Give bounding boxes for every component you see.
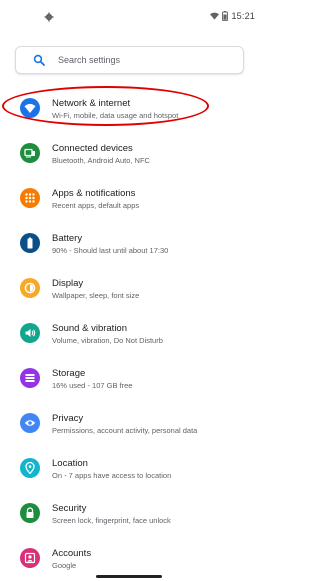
status-time: 15:21 [231,11,255,21]
display-icon [20,278,40,298]
settings-item-storage[interactable]: Storage 16% used - 107 GB free [0,360,259,400]
settings-item-subtitle: Wallpaper, sleep, font size [52,291,140,300]
settings-item-title: Connected devices [52,143,133,154]
settings-item-title: Display [52,278,84,289]
settings-item-subtitle: Permissions, account activity, personal … [52,426,198,435]
highlight-ellipse [2,86,209,126]
status-bar: 15:21 [0,0,259,34]
settings-item-accounts[interactable]: Accounts Google [0,540,259,580]
settings-item-subtitle: 90% - Should last until about 17:30 [52,246,169,255]
settings-item-title: Sound & vibration [52,323,127,334]
search-input[interactable]: Search settings [58,55,120,65]
settings-item-title: Accounts [52,548,92,559]
search-icon [33,54,45,66]
nav-handle[interactable] [96,575,162,578]
devices-icon [20,143,40,163]
settings-item-subtitle: Bluetooth, Android Auto, NFC [52,156,150,165]
settings-item-subtitle: On - 7 apps have access to location [52,471,172,480]
privacy-icon [20,413,40,433]
settings-item-display[interactable]: Display Wallpaper, sleep, font size [0,270,259,310]
settings-item-title: Location [52,458,88,469]
status-right: 15:21 [210,11,255,21]
settings-item-apps[interactable]: Apps & notifications Recent apps, defaul… [0,180,259,220]
accounts-icon [20,548,40,568]
settings-item-title: Privacy [52,413,84,424]
settings-item-connected-devices[interactable]: Connected devices Bluetooth, Android Aut… [0,135,259,175]
battery-icon [222,11,229,21]
battery-icon [20,233,40,253]
settings-item-security[interactable]: Security Screen lock, fingerprint, face … [0,495,259,535]
settings-item-subtitle: Recent apps, default apps [52,201,140,210]
settings-item-title: Battery [52,233,83,244]
settings-item-title: Security [52,503,87,514]
settings-item-title: Apps & notifications [52,188,136,199]
gear-icon [44,12,54,22]
search-bar[interactable]: Search settings [15,46,244,74]
settings-item-title: Storage [52,368,86,379]
settings-item-subtitle: Screen lock, fingerprint, face unlock [52,516,171,525]
apps-icon [20,188,40,208]
settings-item-subtitle: 16% used - 107 GB free [52,381,133,390]
settings-item-subtitle: Volume, vibration, Do Not Disturb [52,336,163,345]
settings-item-sound[interactable]: Sound & vibration Volume, vibration, Do … [0,315,259,355]
storage-icon [20,368,40,388]
settings-item-battery[interactable]: Battery 90% - Should last until about 17… [0,225,259,265]
settings-item-privacy[interactable]: Privacy Permissions, account activity, p… [0,405,259,445]
sound-icon [20,323,40,343]
settings-item-location[interactable]: Location On - 7 apps have access to loca… [0,450,259,490]
wifi-icon [210,12,220,20]
location-icon [20,458,40,478]
lock-icon [20,503,40,523]
settings-item-subtitle: Google [52,561,77,570]
